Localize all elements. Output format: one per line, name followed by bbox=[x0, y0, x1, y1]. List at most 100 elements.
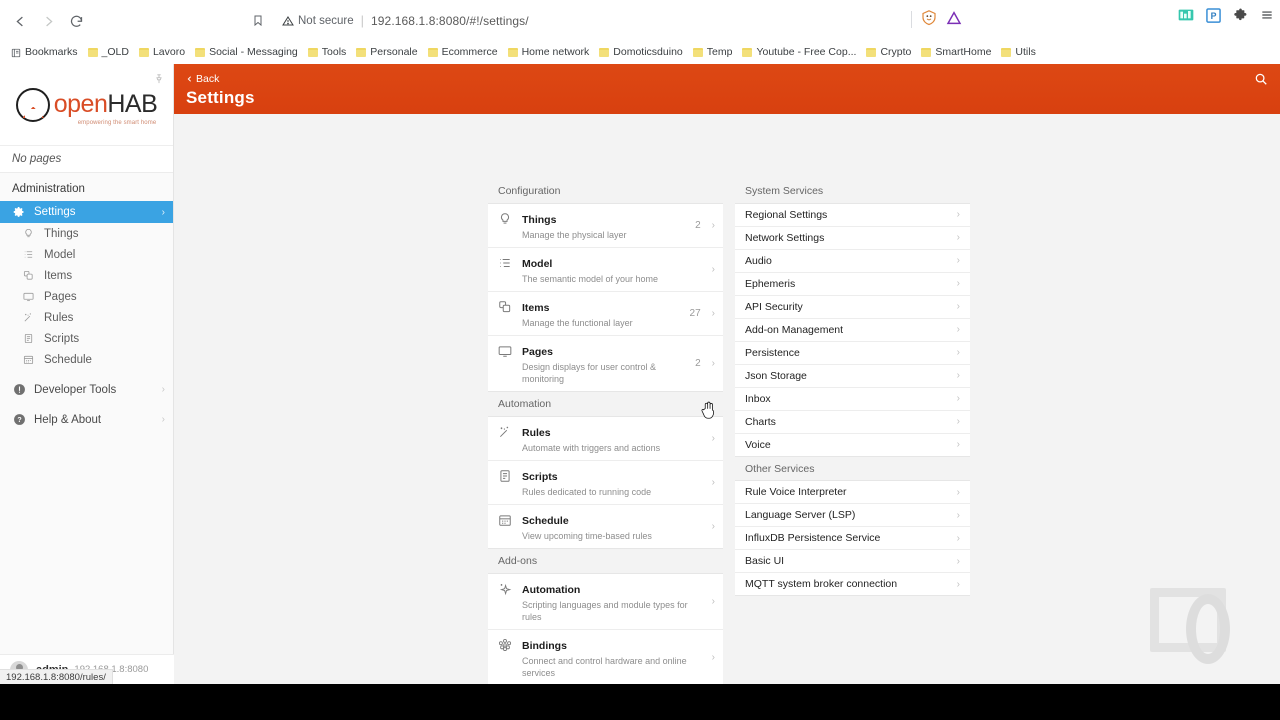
monitor-icon bbox=[22, 290, 35, 303]
bookmark-item[interactable]: Ecommerce bbox=[424, 45, 504, 60]
sidebar-item-things[interactable]: Things bbox=[0, 223, 173, 244]
bookmark-item[interactable]: Bookmarks bbox=[6, 45, 84, 60]
service-row-addon-management[interactable]: Add-on Management › bbox=[735, 319, 970, 342]
row-title: Items bbox=[522, 301, 550, 314]
service-row-language-server[interactable]: Language Server (LSP) › bbox=[735, 504, 970, 528]
bookmark-item[interactable]: Lavoro bbox=[135, 45, 191, 60]
triangle-extension-icon[interactable] bbox=[946, 10, 962, 29]
back-arrow-icon[interactable] bbox=[6, 7, 34, 35]
service-row-rule-voice-interpreter[interactable]: Rule Voice Interpreter › bbox=[735, 481, 970, 505]
service-row-network-settings[interactable]: Network Settings › bbox=[735, 227, 970, 250]
service-label: InfluxDB Persistence Service bbox=[745, 532, 881, 545]
service-row-basic-ui[interactable]: Basic UI › bbox=[735, 550, 970, 574]
settings-row-pages[interactable]: Pages Design displays for user control &… bbox=[488, 336, 723, 391]
row-title: Automation bbox=[522, 583, 581, 596]
sidebar-item-items[interactable]: Items bbox=[0, 265, 173, 286]
browser-chrome: Not secure | 192.168.1.8:8080/#!/setting… bbox=[0, 0, 1280, 64]
settings-row-bindings[interactable]: Bindings Connect and control hardware an… bbox=[488, 630, 723, 684]
bookmark-item[interactable]: Utils bbox=[997, 45, 1041, 60]
sidebar-item-help-about[interactable]: ? Help & About › bbox=[0, 409, 173, 430]
folder-icon bbox=[427, 48, 438, 57]
service-row-audio[interactable]: Audio › bbox=[735, 250, 970, 273]
service-label: Inbox bbox=[745, 392, 771, 405]
bookmark-item[interactable]: Temp bbox=[689, 45, 739, 60]
service-row-json-storage[interactable]: Json Storage › bbox=[735, 365, 970, 388]
row-subtitle: The semantic model of your home bbox=[522, 273, 659, 284]
sidebar-item-schedule[interactable]: Schedule bbox=[0, 349, 173, 370]
question-icon: ? bbox=[12, 413, 26, 427]
service-label: MQTT system broker connection bbox=[745, 578, 898, 591]
bookmark-item[interactable]: Tools bbox=[304, 45, 353, 60]
service-label: Ephemeris bbox=[745, 277, 796, 290]
bookmark-icon[interactable] bbox=[246, 14, 270, 27]
sidebar-item-model[interactable]: Model bbox=[0, 244, 173, 265]
sidebar-item-developer-tools[interactable]: Developer Tools › bbox=[0, 379, 173, 400]
page-header: Back Settings bbox=[174, 64, 1280, 114]
right-column: System Services Regional Settings › Netwo… bbox=[735, 179, 970, 597]
sidebar-item-label: Model bbox=[44, 248, 76, 261]
bookmark-item[interactable]: SmartHome bbox=[917, 45, 997, 60]
service-row-influxdb-persistence[interactable]: InfluxDB Persistence Service › bbox=[735, 527, 970, 551]
reload-icon[interactable] bbox=[62, 7, 90, 35]
bookmark-item[interactable]: Youtube - Free Cop... bbox=[738, 45, 862, 60]
openhab-mark-icon bbox=[15, 87, 50, 122]
blue-p-icon[interactable]: P bbox=[1204, 6, 1222, 24]
security-indicator[interactable]: Not secure bbox=[282, 15, 354, 27]
settings-row-rules[interactable]: Rules Automate with triggers and actions… bbox=[488, 417, 723, 462]
settings-row-things[interactable]: Things Manage the physical layer 2 › bbox=[488, 204, 723, 248]
service-row-api-security[interactable]: API Security › bbox=[735, 296, 970, 319]
row-text: Bindings Connect and control hardware an… bbox=[522, 636, 703, 679]
bookmark-item[interactable]: Social - Messaging bbox=[191, 45, 304, 60]
row-subtitle: Manage the functional layer bbox=[522, 317, 633, 328]
menu-icon[interactable] bbox=[1258, 6, 1276, 24]
address-bar[interactable]: Not secure | 192.168.1.8:8080/#!/setting… bbox=[246, 5, 962, 36]
search-icon[interactable] bbox=[1254, 72, 1268, 91]
settings-row-model[interactable]: Model The semantic model of your home › bbox=[488, 248, 723, 292]
bookmark-label: Lavoro bbox=[152, 46, 186, 59]
settings-row-schedule[interactable]: Schedule View upcoming time-based rules … bbox=[488, 505, 723, 548]
service-row-voice[interactable]: Voice › bbox=[735, 434, 970, 456]
settings-row-addon-automation[interactable]: Automation Scripting languages and modul… bbox=[488, 574, 723, 631]
bookmark-item[interactable]: Home network bbox=[504, 45, 596, 60]
row-subtitle: Rules dedicated to running code bbox=[522, 487, 652, 498]
folder-icon bbox=[866, 48, 877, 57]
service-row-ephemeris[interactable]: Ephemeris › bbox=[735, 273, 970, 296]
row-subtitle: Design displays for user control & monit… bbox=[522, 362, 657, 385]
green-badge-icon[interactable] bbox=[1177, 6, 1195, 24]
bookmark-label: SmartHome bbox=[935, 46, 992, 59]
service-row-charts[interactable]: Charts › bbox=[735, 411, 970, 434]
settings-row-scripts[interactable]: Scripts Rules dedicated to running code … bbox=[488, 461, 723, 506]
bookmark-item[interactable]: Personale bbox=[352, 45, 423, 60]
bookmark-label: Utils bbox=[1015, 46, 1036, 59]
row-text: Automation Scripting languages and modul… bbox=[522, 580, 703, 623]
bookmark-item[interactable]: Crypto bbox=[862, 45, 917, 60]
addons-card: Automation Scripting languages and modul… bbox=[488, 572, 723, 684]
sidebar-logo: openHAB empowering the smart home bbox=[0, 64, 173, 146]
settings-row-items[interactable]: Items Manage the functional layer 27 › bbox=[488, 292, 723, 337]
sidebar-item-settings[interactable]: Settings › bbox=[0, 201, 173, 223]
service-row-mqtt-broker[interactable]: MQTT system broker connection › bbox=[735, 573, 970, 595]
forward-arrow-icon[interactable] bbox=[34, 7, 62, 35]
pin-icon[interactable] bbox=[154, 72, 164, 90]
security-label: Not secure bbox=[298, 14, 354, 27]
service-row-inbox[interactable]: Inbox › bbox=[735, 388, 970, 411]
script-icon bbox=[22, 332, 35, 345]
shield-extension-icon[interactable] bbox=[921, 9, 937, 29]
back-button[interactable]: Back bbox=[186, 73, 219, 85]
row-subtitle: Connect and control hardware and online … bbox=[522, 656, 687, 679]
row-text: Scripts Rules dedicated to running code bbox=[522, 467, 692, 498]
row-title: Pages bbox=[522, 346, 553, 359]
folder-icon bbox=[87, 48, 98, 57]
service-row-regional-settings[interactable]: Regional Settings › bbox=[735, 204, 970, 227]
bookmark-item[interactable]: Domoticsduino bbox=[595, 45, 688, 60]
row-count: 27 bbox=[689, 307, 701, 319]
screen: Not secure | 192.168.1.8:8080/#!/setting… bbox=[0, 0, 1280, 720]
sidebar-item-pages[interactable]: Pages bbox=[0, 286, 173, 307]
service-row-persistence[interactable]: Persistence › bbox=[735, 342, 970, 365]
bookmark-label: Temp bbox=[706, 46, 733, 59]
bookmark-item[interactable]: _OLD bbox=[84, 45, 135, 60]
puzzle-icon[interactable] bbox=[1231, 6, 1249, 24]
sidebar-item-rules[interactable]: Rules bbox=[0, 307, 173, 328]
sidebar-item-scripts[interactable]: Scripts bbox=[0, 328, 173, 349]
